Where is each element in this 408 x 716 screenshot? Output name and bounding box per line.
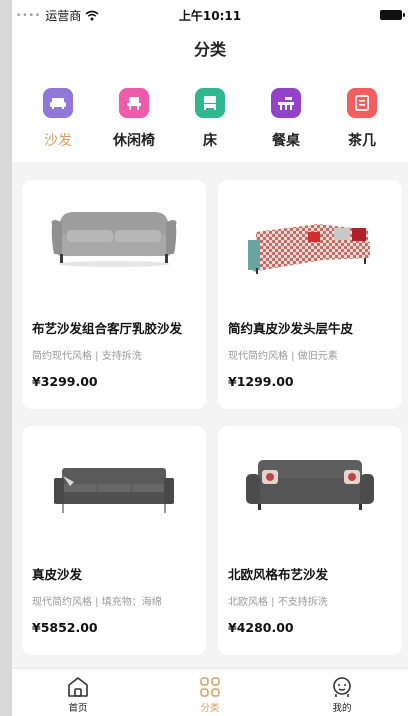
product-price: ¥5852.00 — [32, 620, 98, 635]
bed-icon — [195, 88, 225, 118]
category-bar: 沙发 休闲椅 床 餐桌 茶几 — [12, 78, 408, 162]
battery-icon — [380, 10, 405, 20]
tab-label: 首页 — [68, 703, 88, 714]
product-title: 布艺沙发组合客厅乳胶沙发 — [32, 321, 183, 336]
product-title: 简约真皮沙发头层牛皮 — [228, 321, 354, 336]
profile-icon — [333, 677, 351, 697]
product-subtitle: 北欧风格 | 不支持拆洗 — [228, 597, 328, 608]
product-card[interactable]: 简约真皮沙发头层牛皮 现代简约风格 | 做旧元素 ¥1299.00 — [218, 180, 402, 409]
category-label: 茶几 — [348, 133, 376, 149]
category-lounge-chair[interactable]: 休闲椅 — [104, 78, 164, 162]
app-screen: •••• 运营商 上午10:11 分类 沙发 休闲椅 床 餐桌 茶几 布艺沙发组… — [12, 0, 408, 716]
category-grid-icon — [200, 677, 220, 697]
status-time: 上午10:11 — [178, 9, 242, 23]
product-subtitle: 简约现代风格 | 支持拆洗 — [32, 351, 142, 362]
product-price: ¥4280.00 — [228, 620, 294, 635]
category-sofa[interactable]: 沙发 — [28, 78, 88, 162]
product-title: 北欧风格布艺沙发 — [228, 567, 329, 582]
category-label: 沙发 — [44, 133, 72, 149]
tab-label: 我的 — [332, 703, 352, 714]
product-card[interactable]: 布艺沙发组合客厅乳胶沙发 简约现代风格 | 支持拆洗 ¥3299.00 — [22, 180, 206, 409]
dining-table-icon — [271, 88, 301, 118]
nordic-fabric-sofa-image — [246, 460, 374, 510]
category-label: 床 — [203, 133, 217, 149]
category-label: 休闲椅 — [113, 133, 155, 149]
product-price: ¥1299.00 — [228, 374, 294, 389]
product-card[interactable]: 真皮沙发 现代简约风格 | 填充物：海绵 ¥5852.00 — [22, 426, 206, 655]
dark-grey-sofa-image — [54, 468, 174, 513]
category-label: 餐桌 — [272, 133, 300, 149]
tab-bar: 首页 分类 我的 — [12, 668, 408, 716]
category-dining-table[interactable]: 餐桌 — [256, 78, 316, 162]
sofa-icon — [43, 88, 73, 118]
tab-profile[interactable]: 我的 — [276, 669, 408, 716]
product-price: ¥3299.00 — [32, 374, 98, 389]
tab-home[interactable]: 首页 — [12, 669, 144, 716]
home-icon — [68, 677, 88, 697]
lounge-chair-icon — [119, 88, 149, 118]
page-title: 分类 — [12, 30, 408, 78]
pattern-sectional-sofa-image — [248, 224, 370, 274]
product-title: 真皮沙发 — [32, 567, 83, 582]
product-subtitle: 现代简约风格 | 做旧元素 — [228, 351, 338, 362]
status-bar: •••• 运营商 上午10:11 — [12, 0, 408, 30]
tea-table-icon — [347, 88, 377, 118]
grey-velvet-sofa-image — [51, 212, 177, 267]
product-subtitle: 现代简约风格 | 填充物：海绵 — [32, 597, 162, 608]
tab-label: 分类 — [200, 703, 220, 714]
category-bed[interactable]: 床 — [180, 78, 240, 162]
tab-category[interactable]: 分类 — [144, 669, 276, 716]
category-tea-table[interactable]: 茶几 — [332, 78, 392, 162]
product-card[interactable]: 北欧风格布艺沙发 北欧风格 | 不支持拆洗 ¥4280.00 — [218, 426, 402, 655]
